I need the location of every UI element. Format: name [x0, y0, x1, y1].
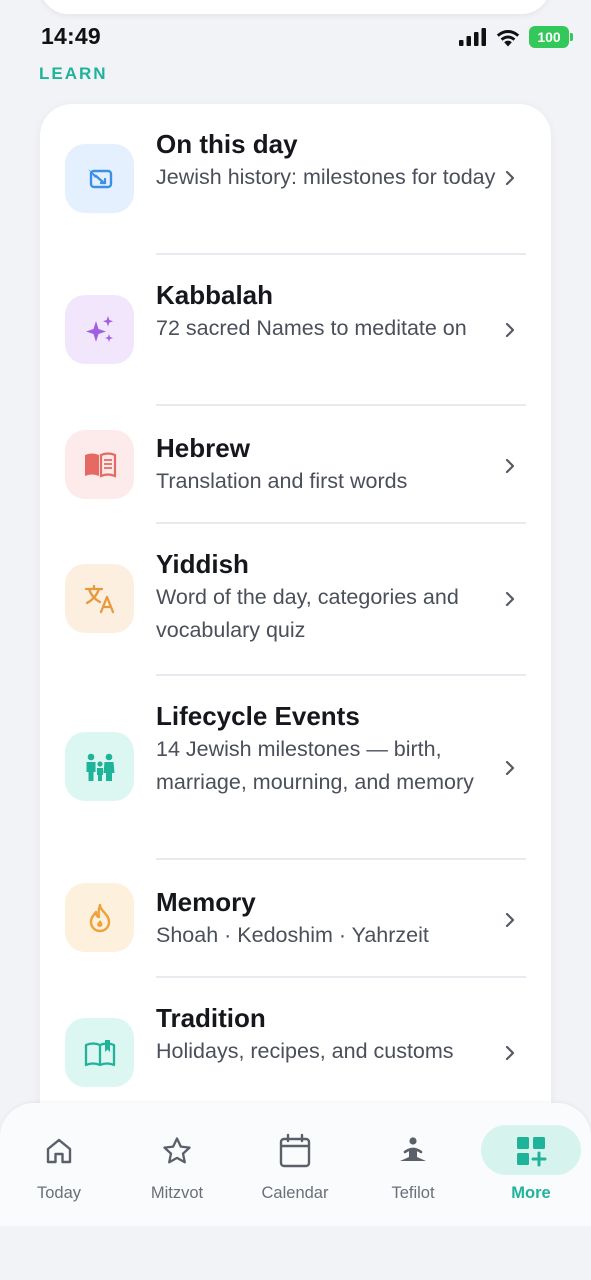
- history-icon: [65, 144, 134, 213]
- previous-card-edge: [40, 0, 550, 14]
- section-label-learn: LEARN: [39, 64, 108, 83]
- list-item-kabbalah[interactable]: Kabbalah 72 sacred Names to meditate on: [40, 255, 551, 405]
- item-title: Hebrew: [156, 433, 250, 463]
- status-icons: 100: [459, 26, 573, 48]
- home-icon: [39, 1131, 79, 1171]
- battery-indicator: 100: [529, 26, 573, 48]
- list-item-yiddish[interactable]: Yiddish Word of the day, categories and …: [40, 524, 551, 674]
- battery-level: 100: [537, 29, 561, 45]
- item-title: Yiddish: [156, 549, 249, 579]
- tab-more[interactable]: More: [479, 1103, 583, 1226]
- calendar-icon: [275, 1131, 315, 1171]
- item-title: Tradition: [156, 1003, 266, 1033]
- chevron-right-icon: [505, 1045, 515, 1061]
- chevron-right-icon: [505, 760, 515, 776]
- status-bar: 14:49 100: [0, 18, 591, 58]
- tab-label: Tefilot: [391, 1184, 435, 1202]
- family-icon: [65, 732, 134, 801]
- home-indicator-area: [0, 1226, 591, 1280]
- wifi-icon: [496, 29, 520, 46]
- chevron-right-icon: [505, 170, 515, 186]
- item-subtitle: Word of the day, categories and vocabula…: [156, 585, 459, 642]
- flame-icon: [65, 883, 134, 952]
- item-subtitle: 14 Jewish milestones — birth, marriage, …: [156, 737, 474, 794]
- chevron-right-icon: [505, 458, 515, 474]
- status-time: 14:49: [41, 23, 101, 49]
- list-item-hebrew[interactable]: Hebrew Translation and first words: [40, 406, 551, 523]
- tab-label: Calendar: [261, 1184, 329, 1202]
- signal-icon: [459, 28, 486, 46]
- item-subtitle: 72 sacred Names to meditate on: [156, 316, 467, 340]
- tab-tefilot[interactable]: Tefilot: [354, 1103, 472, 1226]
- learn-card: On this day Jewish history: milestones f…: [40, 104, 551, 1184]
- item-title: Lifecycle Events: [156, 701, 360, 731]
- chevron-right-icon: [505, 912, 515, 928]
- open-book-icon: [65, 430, 134, 499]
- chevron-right-icon: [505, 322, 515, 338]
- item-subtitle: Shoah · Kedoshim · Yahrzeit: [156, 923, 429, 947]
- chevron-right-icon: [505, 591, 515, 607]
- tab-label: Today: [36, 1184, 82, 1202]
- bottom-tab-bar: Today Mitzvot Calendar Tefilot More: [0, 1103, 591, 1226]
- tab-label: Mitzvot: [150, 1184, 204, 1202]
- tab-mitzvot[interactable]: Mitzvot: [118, 1103, 236, 1226]
- item-title: Kabbalah: [156, 280, 274, 310]
- item-title: Memory: [156, 887, 256, 917]
- item-subtitle: Translation and first words: [156, 469, 408, 493]
- grid-plus-icon: [511, 1131, 551, 1171]
- star-icon: [157, 1131, 197, 1171]
- tab-label: More: [511, 1184, 551, 1202]
- translate-icon: [65, 564, 134, 633]
- prayer-icon: [393, 1131, 433, 1171]
- tab-today[interactable]: Today: [0, 1103, 118, 1226]
- list-item-on-this-day[interactable]: On this day Jewish history: milestones f…: [40, 104, 551, 254]
- list-item-lifecycle-events[interactable]: Lifecycle Events 14 Jewish milestones — …: [40, 676, 551, 859]
- item-subtitle: Holidays, recipes, and customs: [156, 1039, 454, 1063]
- item-title: On this day: [156, 129, 298, 159]
- tab-calendar[interactable]: Calendar: [236, 1103, 354, 1226]
- book-flag-icon: [65, 1018, 134, 1087]
- list-item-memory[interactable]: Memory Shoah · Kedoshim · Yahrzeit: [40, 860, 551, 977]
- sparkles-icon: [65, 295, 134, 364]
- item-subtitle: Jewish history: milestones for today: [156, 165, 496, 189]
